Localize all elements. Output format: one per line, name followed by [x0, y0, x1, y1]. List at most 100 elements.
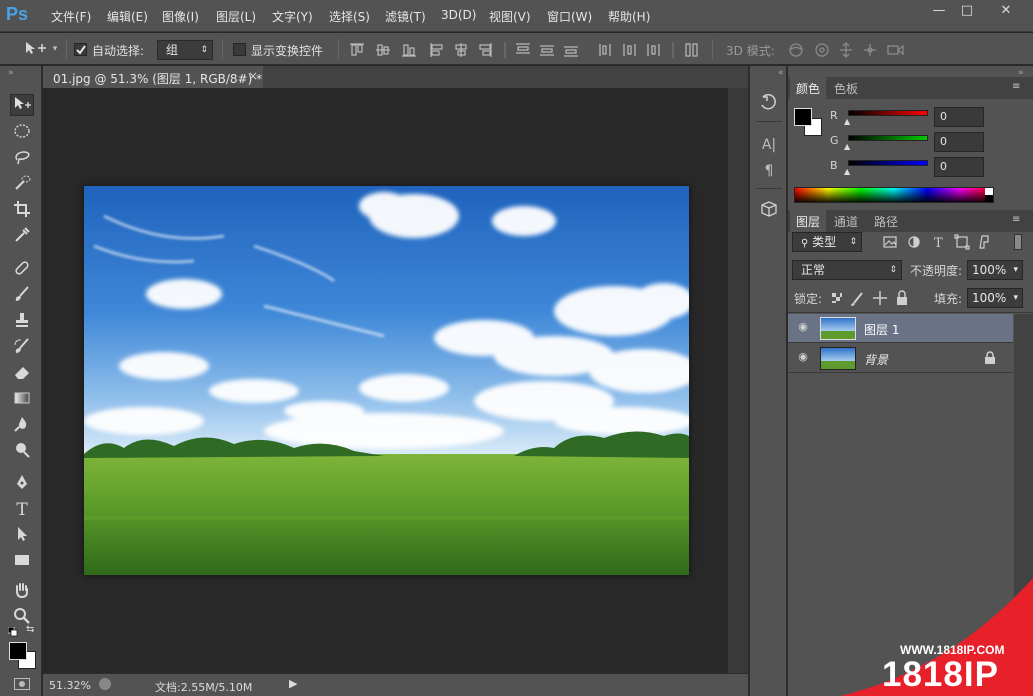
blur-tool-icon[interactable]	[10, 415, 34, 437]
path-selection-tool-icon[interactable]	[10, 525, 34, 547]
history-panel-icon[interactable]	[758, 93, 780, 112]
filter-toggle[interactable]	[1014, 234, 1022, 250]
status-info-icon[interactable]	[99, 678, 111, 690]
layer-filter-dropdown[interactable]: ⚲ 类型 ⇕	[792, 232, 862, 252]
auto-select-dropdown[interactable]: 组 ⇕	[157, 40, 213, 60]
lasso-tool-icon[interactable]	[10, 148, 34, 170]
tool-preset-arrow-icon[interactable]: ▾	[50, 40, 60, 58]
visibility-eye-icon[interactable]: ◉	[796, 350, 810, 364]
dropdown-arrow-icon: ▾	[1013, 265, 1018, 275]
character-panel-icon[interactable]: A|	[758, 136, 780, 154]
close-button[interactable]: ✕	[984, 1, 1028, 21]
document-tab[interactable]: 01.jpg @ 51.3% (图层 1, RGB/8#) * ×	[43, 66, 263, 88]
lock-icons[interactable]	[830, 289, 915, 307]
menu-help[interactable]: 帮助(H)	[608, 8, 650, 25]
type-tool-icon[interactable]: T	[10, 499, 34, 521]
separator	[338, 39, 339, 59]
paragraph-panel-icon[interactable]: ¶	[758, 162, 780, 180]
move-tool-icon[interactable]	[10, 94, 34, 116]
document-tab-close-icon[interactable]: ×	[248, 69, 258, 83]
menu-view[interactable]: 视图(V)	[489, 8, 531, 25]
menu-type[interactable]: 文字(Y)	[272, 8, 313, 25]
tab-paths[interactable]: 路径	[868, 210, 904, 232]
channel-b-slider[interactable]	[848, 160, 928, 166]
document-image[interactable]	[84, 186, 689, 575]
channel-r-label: R	[830, 109, 838, 122]
maximize-button[interactable]: □	[952, 1, 982, 21]
channel-b-input[interactable]: 0	[934, 157, 984, 177]
default-colors-icon[interactable]	[7, 626, 18, 637]
slider-handle-icon[interactable]: ▲	[844, 117, 850, 126]
channel-r-slider[interactable]	[848, 110, 928, 116]
channel-g-label: G	[830, 134, 839, 147]
menu-layer[interactable]: 图层(L)	[216, 8, 256, 25]
3d-panel-icon[interactable]	[758, 200, 780, 218]
auto-select-value: 组	[166, 43, 179, 57]
swap-colors-icon[interactable]: ⇆	[26, 624, 34, 635]
quick-selection-tool-icon[interactable]	[10, 174, 34, 196]
layer-row-background[interactable]: ◉ 背景	[788, 344, 1013, 373]
healing-brush-tool-icon[interactable]	[10, 259, 34, 281]
layer-thumbnail	[820, 317, 856, 340]
eyedropper-tool-icon[interactable]	[10, 226, 34, 248]
brush-tool-icon[interactable]	[10, 285, 34, 307]
eraser-tool-icon[interactable]	[10, 363, 34, 385]
zoom-level[interactable]: 51.32%	[49, 679, 91, 692]
menu-edit[interactable]: 编辑(E)	[107, 8, 148, 25]
menu-file[interactable]: 文件(F)	[51, 8, 91, 25]
auto-select-checkbox[interactable]	[74, 43, 87, 56]
quick-mask-icon[interactable]	[14, 678, 30, 690]
color-swatches[interactable]	[8, 641, 38, 671]
status-menu-arrow-icon[interactable]: ▶	[289, 677, 297, 690]
channel-g-slider[interactable]	[848, 135, 928, 141]
foreground-color-swatch[interactable]	[794, 108, 812, 126]
layer-name[interactable]: 图层 1	[864, 321, 899, 338]
layer-filter-icons[interactable]: T	[882, 232, 1000, 252]
move-tool-preset-icon[interactable]	[22, 40, 50, 58]
tab-channels[interactable]: 通道	[828, 210, 864, 232]
options-bar: ▾ 自动选择: 组 ⇕ 显示变换控件 3D 模式:	[0, 33, 1033, 65]
channel-r-input[interactable]: 0	[934, 107, 984, 127]
menu-select[interactable]: 选择(S)	[329, 8, 370, 25]
layer-row-layer1[interactable]: ◉ 图层 1	[788, 314, 1013, 343]
menu-window[interactable]: 窗口(W)	[547, 8, 592, 25]
foreground-color-swatch[interactable]	[9, 642, 27, 660]
panel-menu-icon[interactable]: ≡	[1012, 81, 1020, 92]
show-transform-checkbox[interactable]	[233, 43, 246, 56]
clone-stamp-tool-icon[interactable]	[10, 311, 34, 333]
rectangle-tool-icon[interactable]	[10, 551, 34, 573]
panel-collapse-icon[interactable]: »	[8, 68, 14, 78]
crop-tool-icon[interactable]	[10, 200, 34, 222]
menu-3d[interactable]: 3D(D)	[441, 8, 476, 22]
gradient-tool-icon[interactable]	[10, 389, 34, 411]
separator	[66, 39, 67, 59]
fill-input[interactable]: 100% ▾	[967, 288, 1023, 308]
tab-swatches[interactable]: 色板	[828, 77, 864, 99]
status-bar: 51.32% 文档:2.55M/5.10M ▶	[43, 673, 748, 696]
tab-layers[interactable]: 图层	[790, 210, 827, 232]
slider-handle-icon[interactable]: ▲	[844, 167, 850, 176]
visibility-eye-icon[interactable]: ◉	[796, 320, 810, 334]
panel-expand-icon[interactable]: «	[778, 68, 784, 78]
menu-filter[interactable]: 滤镜(T)	[385, 8, 426, 25]
marquee-tool-icon[interactable]	[10, 122, 34, 144]
color-swatches[interactable]	[792, 106, 824, 138]
dodge-tool-icon[interactable]	[10, 441, 34, 463]
tab-color[interactable]: 颜色	[790, 77, 827, 99]
slider-handle-icon[interactable]: ▲	[844, 142, 850, 151]
minimize-button[interactable]: —	[924, 1, 954, 21]
channel-g-input[interactable]: 0	[934, 132, 984, 152]
blend-mode-dropdown[interactable]: 正常 ⇕	[792, 260, 902, 280]
dropdown-arrow-icon: ⇕	[889, 265, 897, 275]
opacity-input[interactable]: 100% ▾	[967, 260, 1023, 280]
pen-tool-icon[interactable]	[10, 473, 34, 495]
fill-value: 100%	[972, 291, 1007, 305]
vertical-scrollbar[interactable]	[728, 88, 748, 673]
color-ramp[interactable]	[794, 187, 994, 203]
menu-image[interactable]: 图像(I)	[162, 8, 199, 25]
3d-mode-icons[interactable]	[786, 41, 911, 59]
layer-name[interactable]: 背景	[864, 351, 888, 368]
panel-menu-icon[interactable]: ≡	[1012, 214, 1020, 225]
history-brush-tool-icon[interactable]	[10, 337, 34, 359]
hand-tool-icon[interactable]	[10, 581, 34, 603]
